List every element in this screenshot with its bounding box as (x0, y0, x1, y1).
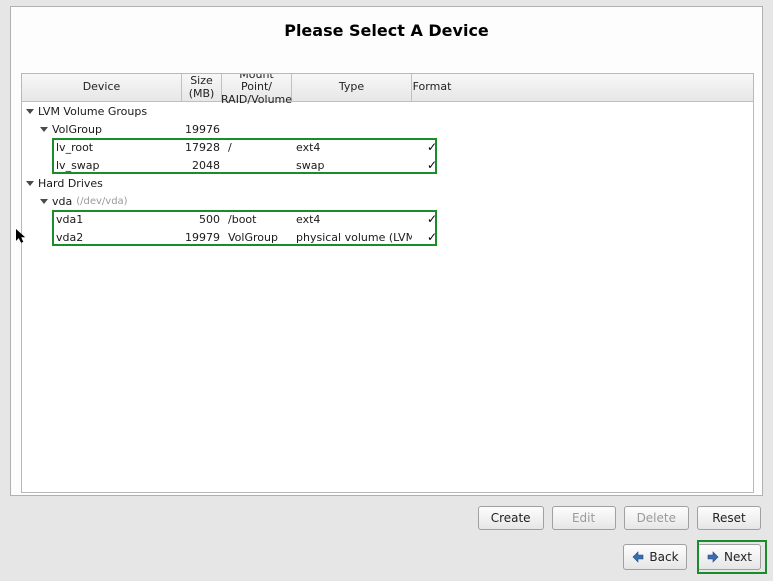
device-mount: VolGroup (222, 231, 292, 244)
next-button[interactable]: Next (697, 544, 761, 570)
chevron-down-icon[interactable] (26, 181, 34, 186)
disk-path-hint: (/dev/vda) (76, 196, 127, 207)
col-mount[interactable]: Mount Point/ RAID/Volume (222, 74, 292, 101)
col-type[interactable]: Type (292, 74, 412, 101)
table-row[interactable]: lv_root 17928 / ext4 (22, 138, 753, 156)
device-name: lv_root (22, 141, 182, 154)
group-label: LVM Volume Groups (38, 105, 147, 118)
chevron-down-icon[interactable] (40, 199, 48, 204)
device-type: ext4 (292, 213, 412, 226)
col-size[interactable]: Size (MB) (182, 74, 222, 101)
group-row-lvm[interactable]: LVM Volume Groups (22, 102, 753, 120)
col-device[interactable]: Device (22, 74, 182, 101)
device-type: physical volume (LVM) (292, 231, 412, 244)
device-type: swap (292, 159, 412, 172)
arrow-right-icon (706, 550, 720, 564)
device-size: 19979 (182, 231, 222, 244)
check-icon (427, 159, 437, 172)
back-label: Back (649, 550, 678, 564)
device-mount: /boot (222, 213, 292, 226)
device-name: vda2 (22, 231, 182, 244)
device-size: 500 (182, 213, 222, 226)
edit-button[interactable]: Edit (552, 506, 616, 530)
disk-name: vda (52, 195, 72, 208)
device-name: vda1 (22, 213, 182, 226)
device-size: 17928 (182, 141, 222, 154)
table-row[interactable]: vda2 19979 VolGroup physical volume (LVM… (22, 228, 753, 246)
device-mount: / (222, 141, 292, 154)
volgroup-size: 19976 (182, 123, 222, 136)
chevron-down-icon[interactable] (40, 127, 48, 132)
volgroup-row[interactable]: VolGroup 19976 (22, 120, 753, 138)
reset-button[interactable]: Reset (697, 506, 761, 530)
table-body: LVM Volume Groups VolGroup 19976 lv_root… (22, 102, 753, 246)
page-title: Please Select A Device (11, 7, 762, 56)
check-icon (427, 141, 437, 154)
table-row[interactable]: lv_swap 2048 swap (22, 156, 753, 174)
device-size: 2048 (182, 159, 222, 172)
device-type: ext4 (292, 141, 412, 154)
group-row-harddrives[interactable]: Hard Drives (22, 174, 753, 192)
table-header: Device Size (MB) Mount Point/ RAID/Volum… (22, 74, 753, 102)
create-button[interactable]: Create (478, 506, 544, 530)
device-name: lv_swap (22, 159, 182, 172)
arrow-left-icon (631, 550, 645, 564)
check-icon (427, 213, 437, 226)
table-row[interactable]: vda1 500 /boot ext4 (22, 210, 753, 228)
chevron-down-icon[interactable] (26, 109, 34, 114)
table-actions: Create Edit Delete Reset (478, 506, 761, 530)
check-icon (427, 231, 437, 244)
group-label: Hard Drives (38, 177, 103, 190)
delete-button[interactable]: Delete (624, 506, 689, 530)
partitioning-panel: Please Select A Device Device Size (MB) … (10, 6, 763, 496)
nav-buttons: Back Next (623, 544, 761, 570)
volgroup-name: VolGroup (52, 123, 102, 136)
col-format[interactable]: Format (412, 74, 452, 101)
device-table: Device Size (MB) Mount Point/ RAID/Volum… (21, 73, 754, 493)
disk-row[interactable]: vda (/dev/vda) (22, 192, 753, 210)
next-label: Next (724, 550, 752, 564)
back-button[interactable]: Back (623, 544, 687, 570)
